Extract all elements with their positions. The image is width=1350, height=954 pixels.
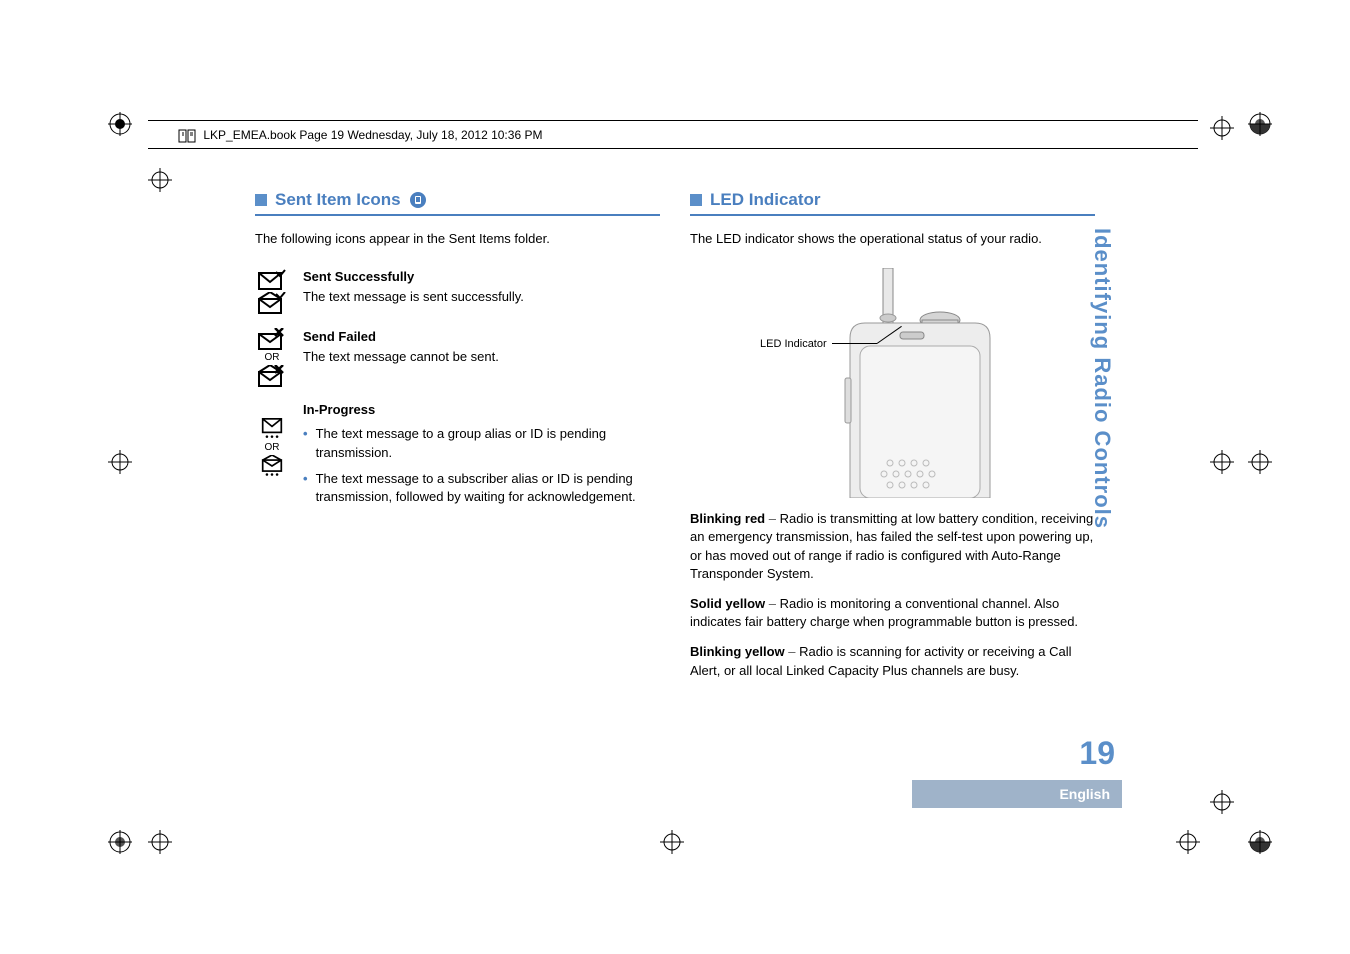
bullet-dot-icon: • — [303, 425, 308, 461]
intro-text: The LED indicator shows the operational … — [690, 230, 1095, 248]
or-label: OR — [265, 442, 280, 453]
para-lead: Blinking yellow — [690, 644, 785, 659]
bullet-item: • The text message to a subscriber alias… — [303, 470, 660, 506]
feature-badge-icon — [409, 191, 427, 209]
crosshair-icon — [1210, 116, 1234, 140]
intro-text: The following icons appear in the Sent I… — [255, 230, 660, 248]
bullet-square-icon — [255, 194, 267, 206]
figure-label: LED Indicator — [760, 338, 827, 350]
crosshair-icon — [108, 450, 132, 474]
crosshair-icon — [1248, 450, 1272, 474]
dash: – — [765, 511, 779, 526]
envelope-progress-icon — [258, 418, 286, 440]
bullet-item: • The text message to a group alias or I… — [303, 425, 660, 461]
language-label: English — [1059, 786, 1110, 802]
right-column: LED Indicator The LED indicator shows th… — [690, 190, 1095, 692]
icon-stack — [255, 268, 289, 314]
registration-mark-icon — [108, 112, 132, 136]
registration-mark-icon — [108, 830, 132, 854]
icon-row-sent-success: Sent Successfully The text message is se… — [255, 268, 660, 314]
header-rule-bottom — [148, 148, 1198, 149]
icon-text: Send Failed The text message cannot be s… — [303, 328, 660, 387]
crosshair-icon — [660, 830, 684, 854]
section-title-text: Sent Item Icons — [275, 190, 401, 210]
item-heading: Send Failed — [303, 328, 660, 346]
icon-text: Sent Successfully The text message is se… — [303, 268, 660, 314]
crosshair-icon — [1210, 790, 1234, 814]
dash: – — [785, 644, 799, 659]
or-label: OR — [265, 352, 280, 363]
icon-text: In-Progress • The text message to a grou… — [303, 401, 660, 514]
para-lead: Blinking red — [690, 511, 765, 526]
para-blinking-red: Blinking red – Radio is transmitting at … — [690, 510, 1095, 583]
crosshair-icon — [148, 168, 172, 192]
envelope-sent-icon — [258, 268, 286, 290]
registration-mark-icon — [1248, 830, 1272, 854]
content: Sent Item Icons The following icons appe… — [255, 190, 1095, 692]
envelope-failed-icon — [258, 328, 286, 350]
bullet-list: • The text message to a group alias or I… — [303, 425, 660, 506]
page: LKP_EMEA.book Page 19 Wednesday, July 18… — [0, 0, 1350, 954]
envelope-open-sent-icon — [258, 292, 286, 314]
icon-stack: . OR — [255, 401, 289, 514]
callout-line — [832, 343, 877, 344]
side-chapter-title: Identifying Radio Controls — [1089, 228, 1115, 529]
crosshair-icon — [1176, 830, 1200, 854]
page-number: 19 — [1079, 735, 1115, 772]
header-rule-top — [148, 120, 1198, 121]
bullet-square-icon — [690, 194, 702, 206]
bullet-text: The text message to a group alias or ID … — [316, 425, 660, 461]
icon-row-in-progress: . OR In-Progress • The text message to a… — [255, 401, 660, 514]
section-rule — [690, 214, 1095, 216]
para-lead: Solid yellow — [690, 596, 765, 611]
radio-figure: LED Indicator — [690, 268, 1070, 498]
header-text: LKP_EMEA.book Page 19 Wednesday, July 18… — [203, 128, 542, 142]
section-title-sent-items: Sent Item Icons — [255, 190, 660, 210]
bullet-dot-icon: • — [303, 470, 308, 506]
bullet-text: The text message to a subscriber alias o… — [316, 470, 660, 506]
radio-illustration-icon — [690, 268, 1070, 498]
registration-mark-icon — [1248, 112, 1272, 136]
icon-stack: OR — [255, 328, 289, 387]
item-body: The text message cannot be sent. — [303, 349, 499, 364]
left-column: Sent Item Icons The following icons appe… — [255, 190, 660, 692]
book-icon — [178, 129, 196, 143]
icon-row-send-failed: OR Send Failed The text message cannot b… — [255, 328, 660, 387]
item-heading: Sent Successfully — [303, 268, 660, 286]
dash: – — [765, 596, 779, 611]
crosshair-icon — [148, 830, 172, 854]
section-title-led: LED Indicator — [690, 190, 1095, 210]
item-body: The text message is sent successfully. — [303, 289, 524, 304]
envelope-open-progress-icon — [258, 455, 286, 477]
language-band: English — [912, 780, 1122, 808]
crosshair-icon — [1210, 450, 1234, 474]
item-heading: In-Progress — [303, 401, 660, 419]
header-meta: LKP_EMEA.book Page 19 Wednesday, July 18… — [178, 128, 542, 143]
para-solid-yellow: Solid yellow – Radio is monitoring a con… — [690, 595, 1095, 631]
envelope-open-failed-icon — [258, 365, 286, 387]
section-rule — [255, 214, 660, 216]
section-title-text: LED Indicator — [710, 190, 821, 210]
para-blinking-yellow: Blinking yellow – Radio is scanning for … — [690, 643, 1095, 679]
